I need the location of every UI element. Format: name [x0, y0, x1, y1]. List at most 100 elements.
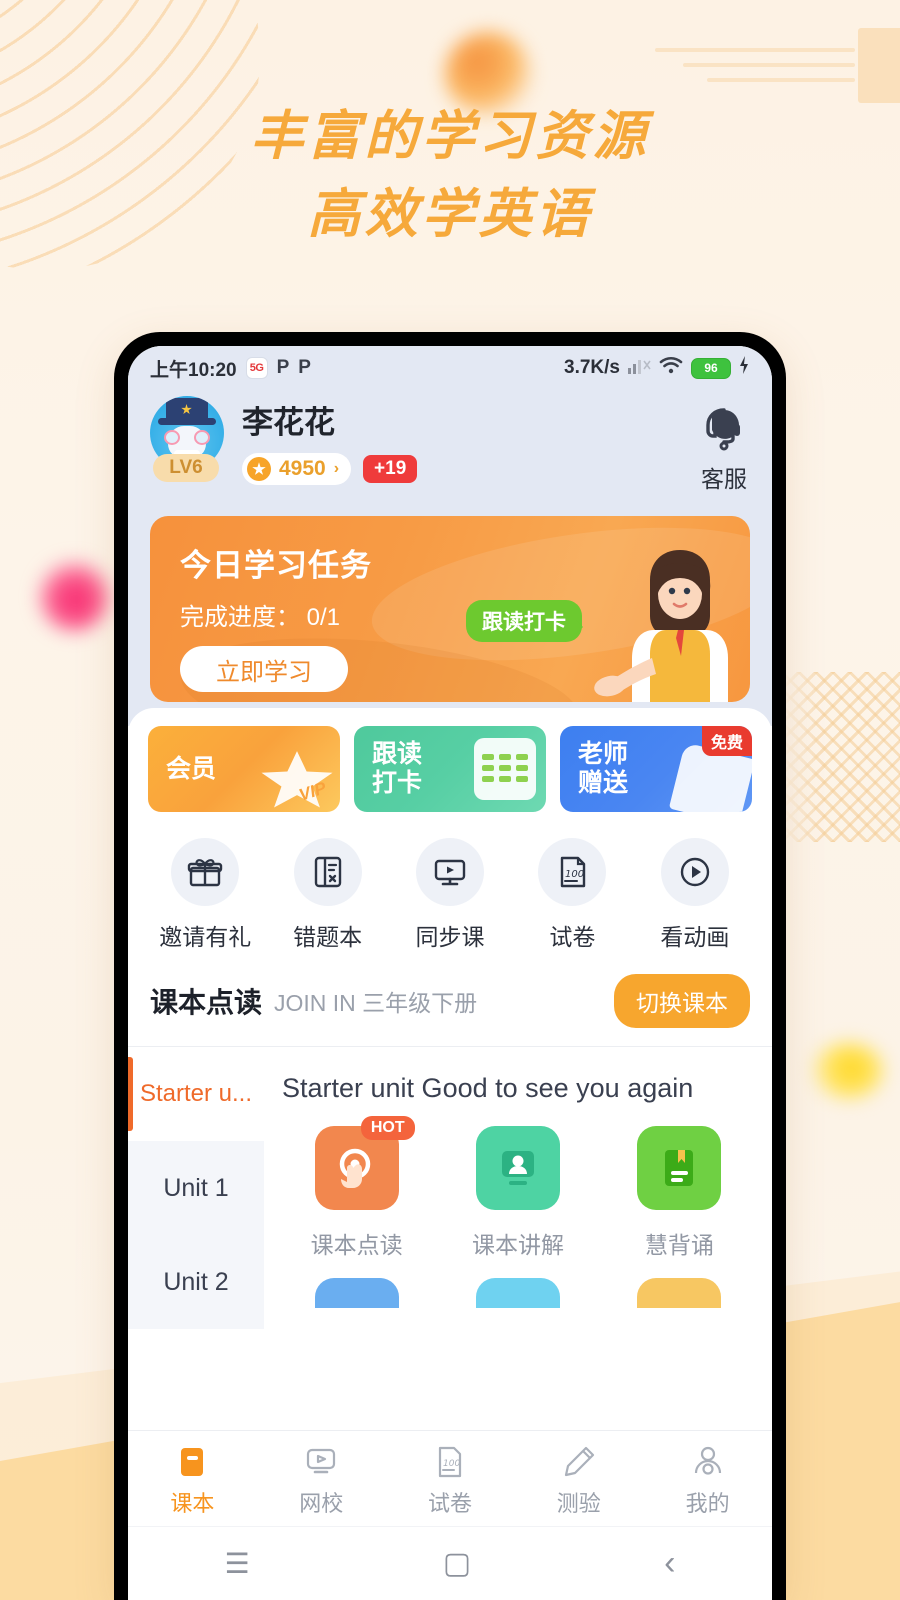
quick-action-invite[interactable]: 邀请有礼 [144, 838, 266, 952]
customer-service-label: 客服 [701, 466, 747, 492]
quick-action-row: 邀请有礼 错题本 同步课 100 试卷 看动画 [128, 812, 772, 970]
points-value: 4950 [279, 457, 326, 481]
promo-line-2: 打卡 [372, 769, 423, 797]
bottom-tab-bar: 课本 网校 100 试卷 测验 我的 [128, 1430, 772, 1526]
star-icon [247, 457, 271, 482]
status-bar: 上午10:20 5G P P 3.7K/s 96 [128, 346, 772, 390]
quick-action-exam[interactable]: 100 试卷 [511, 838, 633, 952]
gift-icon [171, 838, 240, 906]
lesson-tile-recite[interactable]: 慧背诵 [599, 1126, 760, 1260]
quick-action-exam-label: 试卷 [549, 924, 596, 950]
level-badge: LV6 [153, 454, 219, 482]
points-pill[interactable]: 4950 › [242, 453, 352, 486]
pencil-icon [514, 1440, 643, 1484]
tap-read-icon: HOT [314, 1116, 415, 1210]
tab-exam[interactable]: 100 试卷 [386, 1440, 515, 1518]
avatar-glasses-right [194, 430, 210, 445]
avatar-glasses-left [164, 430, 180, 445]
textbook-subtitle: JOIN IN 三年级下册 [274, 990, 478, 1016]
svg-text:100: 100 [565, 869, 584, 880]
book-mark-icon [637, 1126, 722, 1210]
network-speed: 3.7K/s [564, 357, 620, 378]
promo-card-teacher-gift-label: 老师 赠送 [578, 740, 628, 798]
lesson-tile-tap-read[interactable]: HOT 课本点读 [276, 1116, 437, 1260]
signal-icon [627, 355, 651, 381]
lesson-title: Starter unit Good to see you again [282, 1073, 694, 1103]
unit-item-starter[interactable]: Starter u... [128, 1047, 264, 1141]
unit-list[interactable]: Starter u... Unit 1 Unit 2 [128, 1047, 264, 1430]
tab-textbook-label: 课本 [170, 1490, 215, 1516]
promo-card-vip[interactable]: 会员 VIP [148, 726, 340, 812]
exam-paper-icon: 100 [538, 838, 607, 906]
points-delta-badge[interactable]: +19 [363, 455, 418, 484]
quick-action-sync-class[interactable]: 同步课 [389, 838, 511, 952]
partial-tile-2[interactable] [437, 1278, 598, 1308]
headline-line-2: 高效学英语 [307, 184, 593, 246]
unit-item-1[interactable]: Unit 1 [128, 1141, 264, 1235]
textbook-section-header: 课本点读 JOIN IN 三年级下册 切换课本 [128, 970, 772, 1046]
free-badge: 免费 [701, 726, 752, 756]
svg-text:100: 100 [443, 1459, 460, 1469]
unit-item-2[interactable]: Unit 2 [128, 1235, 264, 1329]
promo-headline: 丰富的学习资源 高效学英语 [0, 98, 900, 255]
home-icon[interactable]: ▢ [443, 1546, 471, 1581]
play-circle-icon [660, 838, 729, 906]
book-icon [128, 1440, 257, 1484]
partial-tile-1[interactable] [276, 1278, 437, 1308]
horizontal-lines-decoration [655, 48, 870, 93]
quick-action-sync-class-label: 同步课 [415, 924, 485, 950]
p-icon-1: P [276, 357, 290, 378]
partial-tile-3[interactable] [599, 1278, 760, 1308]
lesson-tile-row-partial [276, 1260, 760, 1308]
android-nav-bar: ☰ ▢ ‹ [128, 1526, 772, 1600]
wifi-icon [658, 355, 684, 381]
menu-icon[interactable]: ☰ [225, 1547, 250, 1580]
avatar-wrapper[interactable]: LV6 [150, 396, 224, 482]
tab-exam-label: 试卷 [427, 1490, 472, 1516]
phone-mockup: 上午10:20 5G P P 3.7K/s 96 LV6 李花花 4950 › … [114, 332, 786, 1600]
promo-card-teacher-gift[interactable]: 老师 赠送 免费 [560, 726, 752, 812]
promo-line-2: 赠送 [578, 769, 629, 797]
tab-textbook[interactable]: 课本 [128, 1440, 257, 1518]
pink-blob-decoration [38, 560, 110, 632]
tab-profile[interactable]: 我的 [643, 1440, 772, 1518]
user-name: 李花花 [242, 405, 335, 440]
content-sheet: 会员 VIP 跟读 打卡 老师 赠送 免费 邀请有礼 错题本 同步课 100 试… [128, 708, 772, 1600]
profile-header: LV6 李花花 4950 › +19 客服 [128, 390, 772, 516]
5g-icon: 5G [245, 357, 268, 379]
avatar-hat-brim [158, 418, 216, 425]
quick-action-animation-label: 看动画 [660, 924, 730, 950]
status-time: 上午10:20 [150, 359, 237, 381]
start-learning-button[interactable]: 立即学习 [180, 646, 348, 692]
quick-action-animation[interactable]: 看动画 [634, 838, 756, 952]
lesson-tile-tap-read-label: 课本点读 [310, 1232, 403, 1258]
teacher-icon [475, 1126, 560, 1210]
customer-service-button[interactable]: 客服 [698, 396, 750, 494]
promo-card-row: 会员 VIP 跟读 打卡 老师 赠送 免费 [128, 708, 772, 812]
back-icon[interactable]: ‹ [664, 1544, 675, 1583]
exam-paper-icon: 100 [386, 1440, 515, 1484]
video-monitor-icon [416, 838, 485, 906]
tab-quiz[interactable]: 测验 [514, 1440, 643, 1518]
task-banner-zone: 今日学习任务 完成进度： 0/1 立即学习 跟读打卡 [128, 516, 772, 726]
lesson-content: Starter unit Good to see you again HOT 课… [264, 1047, 772, 1430]
calendar-dots [482, 754, 528, 782]
lesson-tile-row: HOT 课本点读 课本讲解 慧背诵 [276, 1116, 760, 1260]
textbook-body: Starter u... Unit 1 Unit 2 Starter unit … [128, 1046, 772, 1430]
read-aloud-bubble[interactable]: 跟读打卡 [466, 600, 583, 642]
promo-card-read-checkin[interactable]: 跟读 打卡 [354, 726, 546, 812]
promo-line-1: 老师 [578, 740, 629, 768]
tab-online-school[interactable]: 网校 [257, 1440, 386, 1518]
charging-icon [738, 355, 750, 381]
p-icon-2: P [298, 357, 311, 378]
battery-indicator: 96 [691, 357, 731, 379]
lesson-tile-explain[interactable]: 课本讲解 [437, 1126, 598, 1260]
quick-action-mistakes[interactable]: 错题本 [266, 838, 388, 952]
daily-task-card[interactable]: 今日学习任务 完成进度： 0/1 立即学习 跟读打卡 [150, 516, 750, 702]
profile-icon [643, 1440, 772, 1484]
phone-screen: 上午10:20 5G P P 3.7K/s 96 LV6 李花花 4950 › … [128, 346, 772, 1600]
headline-line-1: 丰富的学习资源 [250, 106, 650, 167]
notebook-icon [293, 838, 362, 906]
hot-badge: HOT [360, 1116, 415, 1140]
switch-textbook-button[interactable]: 切换课本 [614, 974, 750, 1028]
